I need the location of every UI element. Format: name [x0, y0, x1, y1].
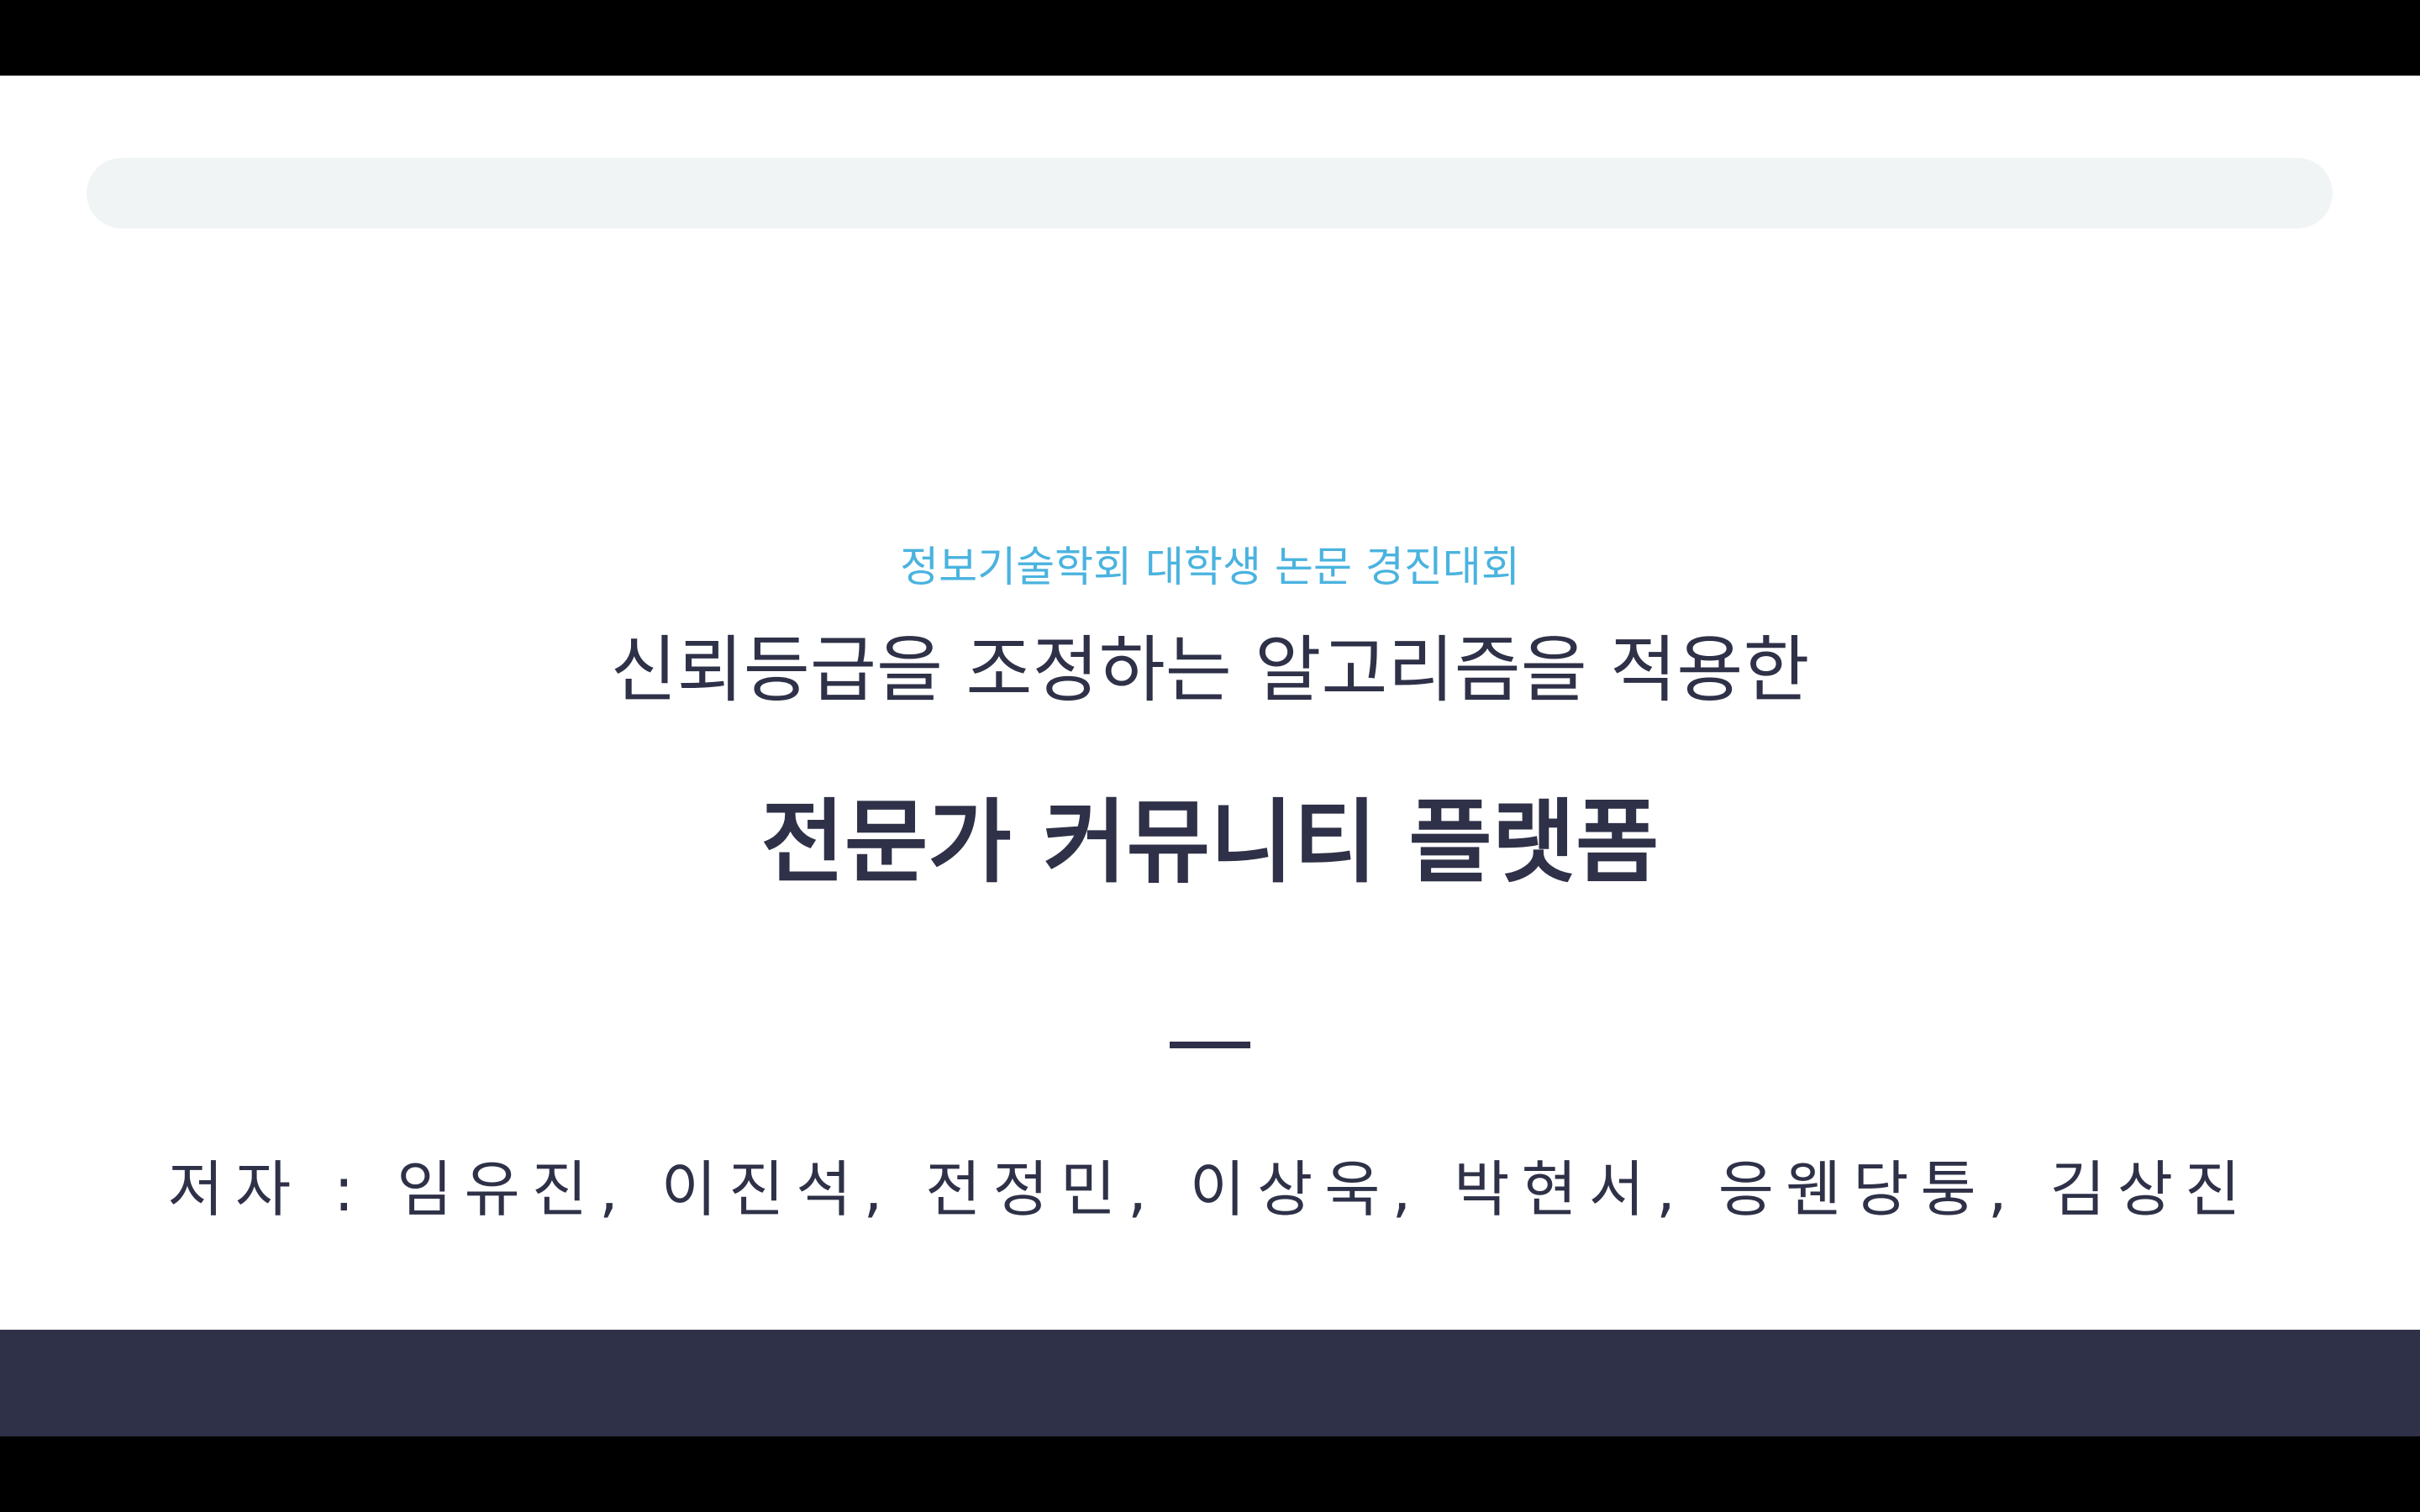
- conference-name: 정보기술학회 대학생 논문 경진대회: [900, 543, 1520, 591]
- letterbox-bottom: [0, 1436, 2420, 1512]
- presentation-slide: 정보기술학회 대학생 논문 경진대회 신뢰등급을 조정하는 알고리즘을 적용한 …: [0, 76, 2420, 1436]
- slide-title: 전문가 커뮤니티 플랫폼: [760, 790, 1660, 895]
- author-list: 저자 : 임유진, 이진석, 전정민, 이상욱, 박현서, 응웬당퉁, 김상진: [167, 1154, 2253, 1225]
- slide-progress-bar: [87, 158, 2333, 228]
- slide-footer-band: [0, 1330, 2420, 1436]
- letterbox-top: [0, 0, 2420, 76]
- title-divider: [1170, 1042, 1250, 1048]
- slide-subtitle: 신뢰등급을 조정하는 알고리즘을 적용한: [610, 628, 1810, 712]
